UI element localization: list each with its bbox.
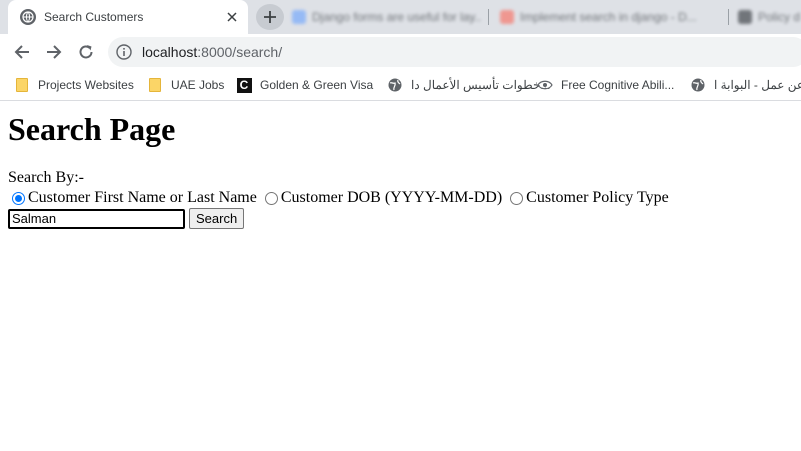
address-bar[interactable]: localhost:8000/search/ (108, 37, 801, 67)
option-dob-label: Customer DOB (YYYY-MM-DD) (280, 189, 503, 206)
option-name[interactable]: Customer First Name or Last Name (8, 189, 257, 207)
tab-title: Django forms are useful for lay... (312, 10, 482, 24)
page-title: Search Page (8, 111, 176, 147)
search-input[interactable] (8, 208, 185, 229)
tab-strip: Search Customers Django forms are useful… (0, 0, 801, 34)
page-content: Search Page Search By:- Customer First N… (0, 101, 801, 451)
bookmark-uae-jobs[interactable]: UAE Jobs (147, 74, 224, 96)
browser-toolbar: localhost:8000/search/ (0, 34, 801, 70)
folder-icon (14, 77, 30, 93)
tab-separator (488, 9, 489, 25)
bookmark-label: Projects Websites (38, 78, 134, 92)
url-path: :8000/search/ (197, 44, 283, 60)
tab-background-3[interactable]: Policy d... (738, 4, 801, 30)
info-icon[interactable] (116, 44, 132, 60)
tab-favicon-icon (738, 10, 752, 24)
url-host: localhost (142, 44, 198, 60)
bookmark-label: UAE Jobs (171, 78, 225, 92)
bookmark-label: Free Cognitive Abili... (561, 78, 675, 92)
globe-icon (690, 77, 706, 93)
bookmark-arabic-business[interactable]: خطوات تأسيس الأعمال دا... (387, 74, 550, 96)
globe-icon (387, 77, 403, 93)
option-dob[interactable]: Customer DOB (YYYY-MM-DD) (261, 189, 502, 207)
plus-icon (264, 11, 276, 23)
radio-name[interactable] (12, 191, 25, 205)
tab-title: Search Customers (44, 10, 144, 24)
radio-dob[interactable] (264, 191, 278, 205)
bookmark-label: Golden & Green Visa (260, 78, 374, 92)
reload-icon (79, 45, 93, 59)
c-logo-icon: C (236, 77, 252, 93)
reload-button[interactable] (72, 38, 100, 66)
folder-icon (147, 77, 163, 93)
tab-title: Policy d... (758, 10, 801, 24)
back-arrow-icon (14, 45, 29, 59)
close-icon[interactable] (224, 9, 240, 25)
bookmark-arabic-jobs[interactable]: عن عمل - البوابة ا... (690, 74, 801, 96)
url-text: localhost:8000/search/ (142, 44, 282, 60)
bookmark-label: خطوات تأسيس الأعمال دا... (411, 78, 551, 92)
search-button[interactable]: Search (189, 208, 245, 229)
forward-arrow-icon (47, 45, 62, 59)
search-row: Search (8, 208, 245, 229)
bookmarks-bar: Projects Websites UAE Jobs C Golden & Gr… (0, 70, 801, 101)
eye-icon (537, 77, 553, 93)
globe-icon (20, 9, 36, 25)
option-policy-type-label: Customer Policy Type (526, 189, 669, 206)
bookmark-golden-green-visa[interactable]: C Golden & Green Visa (236, 74, 373, 96)
tab-background-1[interactable]: Django forms are useful for lay... (292, 4, 482, 30)
new-tab-button[interactable] (256, 4, 284, 30)
tab-title: Implement search in django - D... (520, 10, 697, 24)
tab-background-2[interactable]: Implement search in django - D... (500, 4, 720, 30)
forward-button[interactable] (40, 38, 68, 66)
tab-search-customers[interactable]: Search Customers (8, 0, 248, 34)
bookmark-label: عن عمل - البوابة ا... (714, 78, 801, 92)
option-policy-type[interactable]: Customer Policy Type (506, 189, 669, 207)
tab-favicon-icon (292, 10, 306, 24)
tab-favicon-icon (500, 10, 514, 24)
radio-policy-type[interactable] (510, 191, 524, 205)
search-by-label: Search By:- (8, 169, 84, 186)
option-name-label: Customer First Name or Last Name (28, 189, 257, 206)
search-options: Customer First Name or Last Name Custome… (8, 189, 673, 207)
bookmark-cognitive-ability[interactable]: Free Cognitive Abili... (537, 74, 674, 96)
tab-separator (728, 9, 729, 25)
back-button[interactable] (8, 38, 36, 66)
bookmark-projects-websites[interactable]: Projects Websites (14, 74, 134, 96)
